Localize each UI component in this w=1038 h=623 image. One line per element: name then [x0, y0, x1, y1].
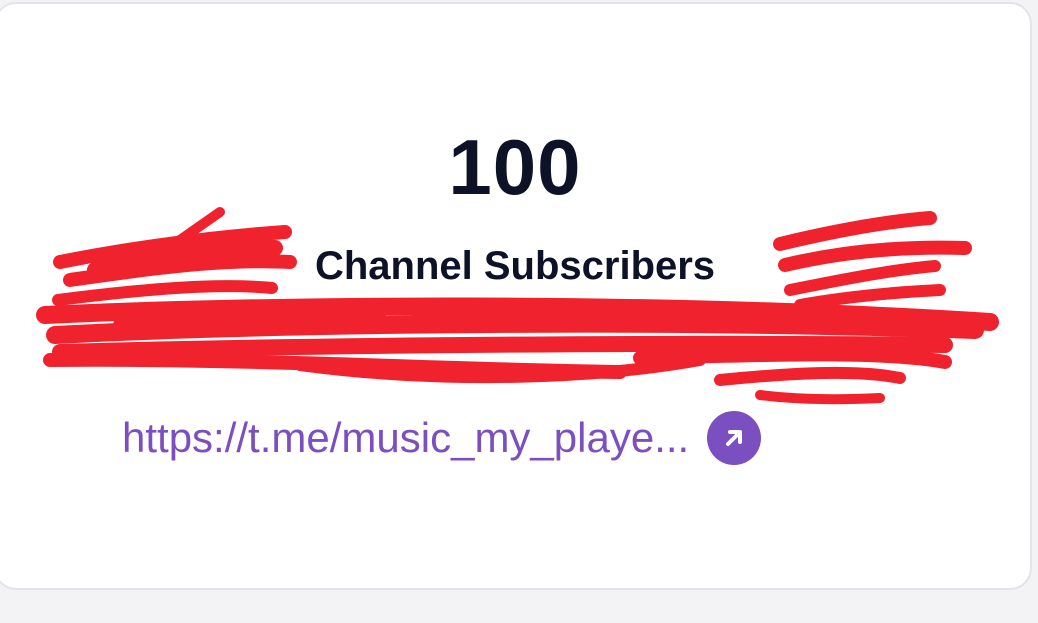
- bottom-divider: [0, 590, 1038, 623]
- stats-card: 100 Channel Subscribers: [0, 2, 1032, 590]
- channel-link-row[interactable]: https://t.me/music_my_playe...: [122, 410, 762, 466]
- subscriber-description: Channel Subscribers: [314, 244, 716, 288]
- subscriber-count: 100: [448, 123, 582, 211]
- arrow-up-right-icon: [726, 430, 743, 446]
- open-link-button[interactable]: [707, 411, 762, 465]
- channel-link[interactable]: https://t.me/music_my_playe...: [122, 414, 689, 462]
